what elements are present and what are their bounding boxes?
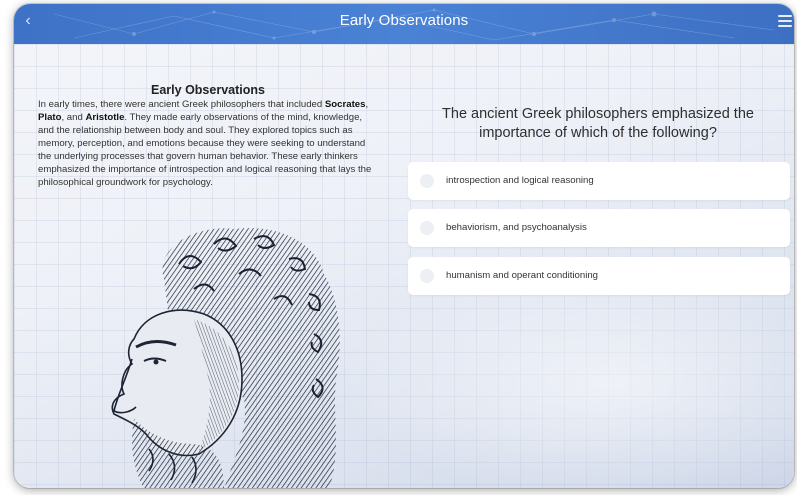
name-plato: Plato — [38, 112, 62, 123]
answer-option-label: introspection and logical reasoning — [446, 175, 594, 186]
answer-option-label: humanism and operant conditioning — [446, 270, 599, 281]
page-title: Early Observations — [339, 12, 469, 29]
answer-option[interactable]: behaviorism, and psychoanalysis — [408, 209, 790, 247]
name-socrates: Socrates — [324, 99, 366, 110]
menu-button[interactable] — [778, 15, 792, 29]
passage-text: In early times, there were ancient Greek… — [38, 99, 372, 188]
radio-button[interactable] — [420, 269, 434, 283]
name-aristotle: Aristotle — [85, 112, 125, 123]
radio-button[interactable] — [420, 221, 434, 235]
answer-option[interactable]: introspection and logical reasoning — [408, 162, 790, 200]
passage-heading: Early Observations — [151, 83, 265, 97]
app-window: ‹ Early Observations Early Observations … — [14, 4, 794, 488]
philosopher-portrait — [111, 228, 340, 488]
reading-passage: Early Observations In early times, there… — [38, 83, 378, 189]
radio-button[interactable] — [420, 174, 434, 188]
question-text: The ancient Greek philosophers emphasize… — [442, 106, 754, 141]
header-bar: ‹ Early Observations — [14, 4, 794, 44]
answer-option[interactable]: humanism and operant conditioning — [408, 257, 790, 295]
hamburger-menu-icon — [778, 15, 792, 17]
answer-option-label: behaviorism, and psychoanalysis — [446, 222, 587, 233]
